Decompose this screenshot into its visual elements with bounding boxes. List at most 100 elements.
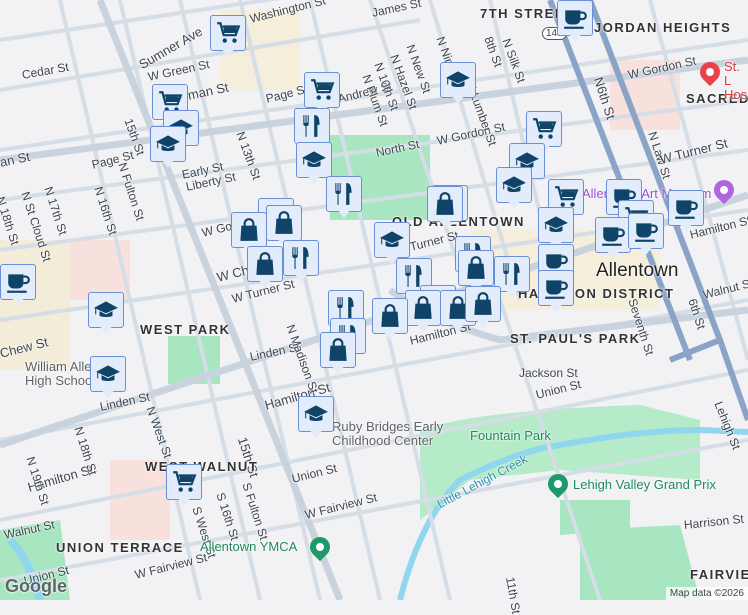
- marker-pointer: [505, 289, 519, 298]
- marker-pointer: [99, 325, 113, 334]
- marker-box: [440, 62, 476, 98]
- shopping-bag-icon: [432, 191, 458, 217]
- marker-pointer: [11, 297, 25, 306]
- marker-box: [294, 108, 330, 144]
- shopping-bag-icon: [236, 217, 262, 243]
- shopping-cart-icon: [309, 77, 335, 103]
- map-marker-fork[interactable]: [326, 176, 362, 220]
- map-marker-edu[interactable]: [150, 126, 186, 170]
- marker-pointer: [309, 429, 323, 438]
- map-marker-cup[interactable]: [557, 0, 593, 44]
- marker-pointer: [568, 33, 582, 42]
- marker-box: [427, 186, 463, 222]
- map-marker-cup[interactable]: [628, 213, 664, 257]
- map-attribution[interactable]: Map data ©2026: [665, 587, 748, 600]
- map-marker-bag[interactable]: [247, 246, 283, 290]
- map-marker-fork[interactable]: [283, 240, 319, 284]
- marker-box: [458, 250, 494, 286]
- graduation-cap-icon: [93, 297, 119, 323]
- map-marker-bag[interactable]: [320, 332, 356, 376]
- map-marker-cup[interactable]: [538, 270, 574, 314]
- marker-box: [326, 176, 362, 212]
- street-label: Jackson St: [519, 366, 578, 380]
- shopping-bag-icon: [325, 337, 351, 363]
- map-marker-cup[interactable]: [668, 190, 704, 234]
- coffee-cup-icon: [562, 5, 588, 31]
- fork-knife-icon: [331, 181, 357, 207]
- google-logo: Google: [5, 576, 67, 596]
- marker-box: [0, 264, 36, 300]
- marker-pointer: [451, 95, 465, 104]
- marker-box: [372, 298, 408, 334]
- marker-box: [538, 270, 574, 306]
- marker-pointer: [101, 389, 115, 398]
- coffee-cup-icon: [633, 218, 659, 244]
- neighborhood-label: WEST PARK: [140, 322, 231, 337]
- marker-box: [247, 246, 283, 282]
- marker-pointer: [476, 319, 490, 328]
- map-marker-cart[interactable]: [210, 15, 246, 59]
- marker-pointer: [221, 48, 235, 57]
- map-marker-edu[interactable]: [298, 396, 334, 440]
- marker-box: [283, 240, 319, 276]
- graduation-cap-icon: [543, 212, 569, 238]
- hospital-label[interactable]: St. L Hos: [724, 60, 748, 102]
- school-label[interactable]: Ruby Bridges Early Childhood Center: [332, 420, 462, 448]
- city-label: Allentown: [596, 260, 679, 281]
- map-marker-bag[interactable]: [372, 298, 408, 342]
- place-label[interactable]: Lehigh Valley Grand Prix: [573, 477, 716, 492]
- graduation-cap-icon: [155, 131, 181, 157]
- shopping-bag-icon: [252, 251, 278, 277]
- marker-box: [90, 356, 126, 392]
- marker-pointer: [161, 159, 175, 168]
- marker-box: [465, 286, 501, 322]
- map-marker-edu[interactable]: [90, 356, 126, 400]
- neighborhood-label: JORDAN HEIGHTS: [594, 20, 732, 35]
- marker-box: [320, 332, 356, 368]
- marker-box: [557, 0, 593, 36]
- graduation-cap-icon: [95, 361, 121, 387]
- map-marker-bag[interactable]: [405, 290, 441, 334]
- marker-pointer: [639, 246, 653, 255]
- map-marker-bag[interactable]: [465, 286, 501, 330]
- marker-box: [296, 142, 332, 178]
- map-marker-cup[interactable]: [595, 217, 631, 261]
- marker-box: [266, 205, 302, 241]
- coffee-cup-icon: [673, 195, 699, 221]
- marker-pointer: [294, 273, 308, 282]
- map-marker-edu[interactable]: [88, 292, 124, 336]
- marker-box: [150, 126, 186, 162]
- marker-box: [166, 464, 202, 500]
- marker-box: [538, 207, 574, 243]
- marker-box: [374, 222, 410, 258]
- marker-box: [628, 213, 664, 249]
- fork-knife-icon: [499, 261, 525, 287]
- map-marker-edu[interactable]: [440, 62, 476, 106]
- marker-pointer: [549, 303, 563, 312]
- fork-knife-icon: [288, 245, 314, 271]
- graduation-cap-icon: [501, 172, 527, 198]
- marker-box: [668, 190, 704, 226]
- marker-pointer: [507, 200, 521, 209]
- marker-pointer: [451, 323, 465, 332]
- map-marker-bag[interactable]: [427, 186, 463, 230]
- marker-pointer: [416, 323, 430, 332]
- marker-box: [88, 292, 124, 328]
- map-marker-cup[interactable]: [0, 264, 36, 308]
- map-marker-edu[interactable]: [496, 167, 532, 211]
- shopping-cart-icon: [171, 469, 197, 495]
- park-label[interactable]: Fountain Park: [470, 428, 551, 443]
- map-marker-cart[interactable]: [166, 464, 202, 508]
- shopping-bag-icon: [470, 291, 496, 317]
- coffee-cup-icon: [543, 275, 569, 301]
- coffee-cup-icon: [600, 222, 626, 248]
- place-label[interactable]: Allentown YMCA: [200, 539, 297, 554]
- marker-box: [595, 217, 631, 253]
- marker-pointer: [383, 331, 397, 340]
- neighborhood-label: FAIRVIEW: [690, 567, 748, 582]
- marker-box: [231, 212, 267, 248]
- shopping-bag-icon: [410, 295, 436, 321]
- shopping-bag-icon: [377, 303, 403, 329]
- neighborhood-label: ST. PAUL'S PARK: [510, 331, 641, 346]
- graduation-cap-icon: [303, 401, 329, 427]
